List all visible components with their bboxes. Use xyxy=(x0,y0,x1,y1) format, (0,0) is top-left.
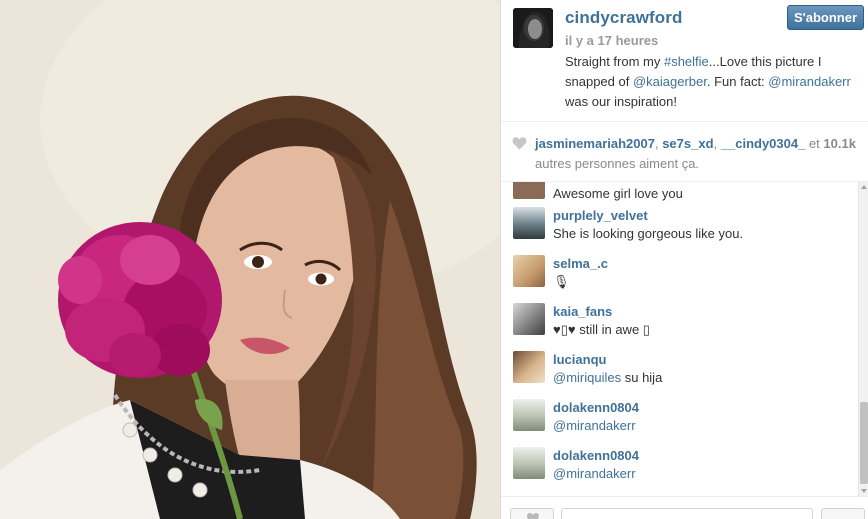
liker-link[interactable]: __cindy0304_ xyxy=(721,136,806,151)
commenter-username[interactable]: purplely_velvet xyxy=(553,208,648,223)
commenter-avatar[interactable] xyxy=(513,351,545,383)
like-button[interactable] xyxy=(510,508,554,519)
scroll-down-arrow-icon[interactable] xyxy=(861,489,867,493)
more-options-button[interactable] xyxy=(821,508,865,519)
commenter-avatar[interactable] xyxy=(513,447,545,479)
likes-suffix: autres personnes aiment ça. xyxy=(535,156,700,171)
comment-text: @miriquiles su hija xyxy=(553,370,662,385)
commenter-avatar[interactable] xyxy=(513,255,545,287)
scrollbar-thumb[interactable] xyxy=(860,402,868,484)
mention-link[interactable]: @kaiagerber xyxy=(633,74,707,89)
liker-link[interactable]: jasminemariah2007 xyxy=(535,136,655,151)
commenter-username[interactable]: dolakenn0804 xyxy=(553,448,639,463)
commenter-avatar[interactable] xyxy=(513,207,545,239)
caption-text: . Fun fact: xyxy=(706,74,769,89)
mention-link[interactable]: @miriquiles xyxy=(553,370,621,385)
comment-text: Awesome girl love you xyxy=(553,186,683,201)
likes-separator: , xyxy=(713,136,721,151)
comment-text: 🎙 xyxy=(553,274,570,289)
comment-item: dolakenn0804 @mirandakerr xyxy=(513,447,853,495)
likes-connector: et xyxy=(805,136,824,151)
owner-username[interactable]: cindycrawford xyxy=(565,8,683,28)
comment-footer xyxy=(501,496,868,519)
commenter-avatar[interactable] xyxy=(513,399,545,431)
comment-item: dolakenn0804 @mirandakerr xyxy=(513,399,853,447)
post-photo[interactable] xyxy=(0,0,500,519)
likes-count[interactable]: 10.1k xyxy=(823,136,856,151)
owner-avatar-image xyxy=(513,8,553,48)
comment-text: ♥▯♥ still in awe ▯ xyxy=(553,322,650,337)
comment-input[interactable] xyxy=(561,508,813,519)
post-sidebar: cindycrawford S'abonner il y a 17 heures… xyxy=(500,0,868,519)
photo-image xyxy=(0,0,500,519)
hashtag-link[interactable]: #shelfie xyxy=(664,54,709,69)
owner-avatar[interactable] xyxy=(513,8,553,48)
post-caption: Straight from my #shelfie...Love this pi… xyxy=(565,52,857,112)
scroll-up-arrow-icon[interactable] xyxy=(861,185,867,189)
comments-list[interactable]: Awesome girl love you purplely_velvet Sh… xyxy=(501,182,858,496)
mention-link[interactable]: @mirandakerr xyxy=(768,74,851,89)
commenter-username[interactable]: selma_.c xyxy=(553,256,608,271)
follow-button[interactable]: S'abonner xyxy=(787,5,864,30)
commenter-username[interactable]: lucianqu xyxy=(553,352,606,367)
comment-item: kaia_fans ♥▯♥ still in awe ▯ xyxy=(513,303,853,351)
caption-text: Straight from my xyxy=(565,54,664,69)
heart-icon xyxy=(527,513,539,519)
comment-text: @mirandakerr xyxy=(553,466,636,481)
liker-link[interactable]: se7s_xd xyxy=(662,136,713,151)
commenter-username[interactable]: kaia_fans xyxy=(553,304,612,319)
commenter-username[interactable]: dolakenn0804 xyxy=(553,400,639,415)
post-header: cindycrawford S'abonner il y a 17 heures… xyxy=(501,0,868,122)
heart-icon xyxy=(512,137,527,150)
commenter-avatar[interactable] xyxy=(513,182,545,199)
comments-scrollbar[interactable] xyxy=(858,182,868,496)
comment-item: lucianqu @miriquiles su hija xyxy=(513,351,853,399)
commenter-avatar[interactable] xyxy=(513,303,545,335)
comment-item: selma_.c 🎙 xyxy=(513,255,853,303)
caption-text: was our inspiration! xyxy=(565,94,677,109)
comment-item: purplely_velvet She is looking gorgeous … xyxy=(513,207,853,255)
likes-summary: jasminemariah2007, se7s_xd, __cindy0304_… xyxy=(501,122,868,182)
comment-text: She is looking gorgeous like you. xyxy=(553,226,744,241)
comment-text-rest: su hija xyxy=(621,370,663,385)
comment-text: @mirandakerr xyxy=(553,418,636,433)
mention-link[interactable]: @mirandakerr xyxy=(553,418,636,433)
post-timestamp[interactable]: il y a 17 heures xyxy=(565,33,658,48)
mention-link[interactable]: @mirandakerr xyxy=(553,466,636,481)
